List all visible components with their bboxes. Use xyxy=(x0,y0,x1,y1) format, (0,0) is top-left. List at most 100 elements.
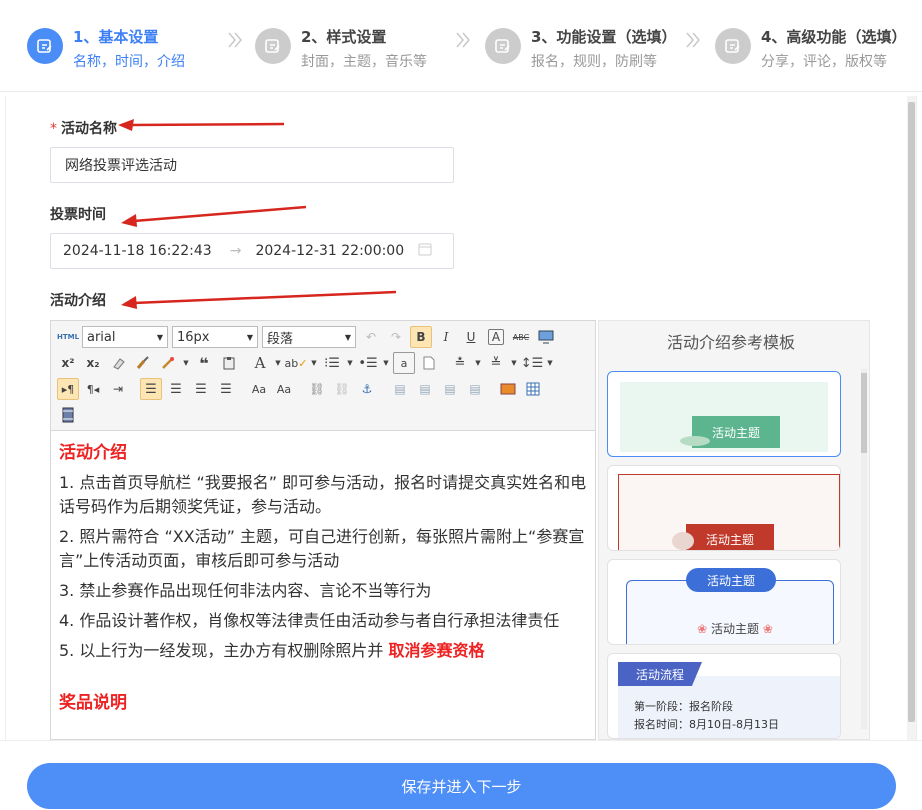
template-panel: 活动介绍参考模板 活动主题 活动主题 活动主题 ❀ 活动主题 ❀ 活动流程 第一… xyxy=(598,320,870,740)
start-time-input[interactable]: 2024-11-18 16:22:43 xyxy=(63,243,212,259)
editor-content[interactable]: 活动介绍 1. 点击首页导航栏 “我要报名” 即可参与活动，报名时请提交真实姓名… xyxy=(51,433,595,739)
chevron-right-icon xyxy=(227,30,243,86)
annotation-arrow-icon xyxy=(118,119,285,131)
chevron-right-icon xyxy=(455,30,471,86)
template-card-blue[interactable]: 活动主题 ❀ 活动主题 ❀ xyxy=(607,559,841,645)
rich-text-editor[interactable]: HTML arial ▼ 16px ▼ 段落 ▼ ↶ ↷ B I U A ABC x²… xyxy=(50,320,596,740)
font-color-icon[interactable]: A xyxy=(249,352,271,374)
auto-format-icon[interactable] xyxy=(157,352,179,374)
step-subtitle: 名称，时间，介绍 xyxy=(73,54,185,70)
dropdown-icon[interactable]: ▼ xyxy=(182,352,190,374)
unordered-list-icon[interactable]: •☰ xyxy=(357,352,379,374)
template-card-process[interactable]: 活动流程 第一阶段：报名阶段 报名时间：8月10日-8月13日 xyxy=(607,653,841,739)
page-scrollbar[interactable] xyxy=(907,96,916,740)
row-spacing-bottom-icon[interactable]: ≚ xyxy=(485,352,507,374)
step-subtitle: 封面，主题，音乐等 xyxy=(301,54,427,70)
quote-icon[interactable]: ❝ xyxy=(193,352,215,374)
direction-rtl-icon[interactable]: ¶◂ xyxy=(82,378,104,400)
dropdown-icon[interactable]: ▼ xyxy=(546,352,554,374)
template-scrollbar[interactable] xyxy=(861,369,867,729)
template-line: 第一阶段：报名阶段 xyxy=(634,700,733,713)
bold-icon[interactable]: B xyxy=(410,326,432,348)
step-title: 2、样式设置 xyxy=(301,28,387,46)
step-title: 3、功能设置（选填） xyxy=(531,28,677,46)
anchor-icon[interactable]: ⚓ xyxy=(356,378,378,400)
font-family-select[interactable]: arial ▼ xyxy=(82,326,168,348)
dropdown-icon[interactable]: ▼ xyxy=(274,352,282,374)
dropdown-icon[interactable]: ▼ xyxy=(474,352,482,374)
content-heading: 活动介绍 xyxy=(59,443,127,463)
chevron-right-icon xyxy=(685,30,701,86)
align-right-icon[interactable]: ☰ xyxy=(190,378,212,400)
content-paragraph: 2. 照片需符合 “XX活动” 主题，可自己进行创新，每张照片需附上“参赛宣言”… xyxy=(59,527,585,570)
step-progress: 1、基本设置 名称，时间，介绍 2、样式设置 封面，主题，音乐等 3、功能设置（… xyxy=(0,0,922,92)
form-area: * 活动名称 网络投票评选活动 投票时间 2024-11-18 16:22:43 … xyxy=(5,96,917,740)
image-right-icon[interactable]: ▤ xyxy=(414,378,436,400)
dropdown-icon[interactable]: ▼ xyxy=(346,352,354,374)
indent-icon[interactable]: ⇥ xyxy=(107,378,129,400)
edit-icon xyxy=(485,28,521,64)
activity-name-input[interactable]: 网络投票评选活动 xyxy=(50,147,454,183)
paragraph-select[interactable]: 段落 ▼ xyxy=(262,326,356,348)
undo-icon[interactable]: ↶ xyxy=(360,326,382,348)
format-brush-icon[interactable] xyxy=(132,352,154,374)
edit-icon xyxy=(27,28,63,64)
save-next-button[interactable]: 保存并进入下一步 xyxy=(27,763,896,809)
content-heading: 奖品说明 xyxy=(59,693,127,713)
step-title: 1、基本设置 xyxy=(73,28,159,46)
dropdown-icon[interactable]: ▼ xyxy=(510,352,518,374)
row-spacing-top-icon[interactable]: ≛ xyxy=(449,352,471,374)
preview-icon[interactable] xyxy=(535,326,557,348)
footer-bar: 保存并进入下一步 xyxy=(0,740,922,810)
editor-toolbar: HTML arial ▼ 16px ▼ 段落 ▼ ↶ ↷ B I U A ABC x²… xyxy=(51,321,595,431)
vote-time-range-picker[interactable]: 2024-11-18 16:22:43 → 2024-12-31 22:00:0… xyxy=(50,233,454,269)
insert-image-icon[interactable] xyxy=(497,378,519,400)
template-subtitle: ❀ 活动主题 ❀ xyxy=(697,622,773,636)
superscript-icon[interactable]: x² xyxy=(57,352,79,374)
redo-icon[interactable]: ↷ xyxy=(385,326,407,348)
insert-video-icon[interactable] xyxy=(57,404,79,426)
background-color-icon[interactable]: ab ✓ xyxy=(285,352,308,374)
intro-label: 活动介绍 xyxy=(50,293,106,309)
template-tag: 活动流程 xyxy=(618,662,702,686)
eraser-icon[interactable] xyxy=(107,352,129,374)
italic-icon[interactable]: I xyxy=(435,326,457,348)
align-justify-icon[interactable]: ☰ xyxy=(215,378,237,400)
image-center-icon[interactable]: ▤ xyxy=(464,378,486,400)
vote-time-label: 投票时间 xyxy=(50,207,106,223)
font-size-select[interactable]: 16px ▼ xyxy=(172,326,258,348)
font-border-icon[interactable]: A xyxy=(488,329,504,345)
content-paragraph: 3. 禁止参赛作品出现任何非法内容、言论不当等行为 xyxy=(59,581,432,600)
uppercase-icon[interactable]: Aa xyxy=(248,378,270,400)
edit-icon xyxy=(715,28,751,64)
step-title: 4、高级功能（选填） xyxy=(761,28,907,46)
lowercase-icon[interactable]: Aa xyxy=(273,378,295,400)
annotation-arrow-icon xyxy=(121,290,397,309)
link-icon[interactable]: ⛓ xyxy=(306,378,328,400)
end-time-input[interactable]: 2024-12-31 22:00:00 xyxy=(255,243,404,259)
template-card-green[interactable]: 活动主题 xyxy=(607,371,841,457)
template-card-red[interactable]: 活动主题 xyxy=(607,465,841,551)
image-left-icon[interactable]: ▤ xyxy=(389,378,411,400)
insert-table-icon[interactable] xyxy=(522,378,544,400)
align-left-icon[interactable]: ☰ xyxy=(140,378,162,400)
dropdown-icon[interactable]: ▼ xyxy=(382,352,390,374)
step-subtitle: 报名，规则，防刷等 xyxy=(531,54,657,70)
direction-ltr-icon[interactable]: ▸¶ xyxy=(57,378,79,400)
line-height-icon[interactable]: ↕☰ xyxy=(521,352,544,374)
strikethrough-icon[interactable]: ABC xyxy=(510,326,532,348)
dropdown-icon[interactable]: ▼ xyxy=(310,352,318,374)
insert-frame-icon[interactable]: a xyxy=(393,352,415,374)
html-source-button[interactable]: HTML xyxy=(57,326,79,348)
paste-text-icon[interactable] xyxy=(218,352,240,374)
align-center-icon[interactable]: ☰ xyxy=(165,378,187,400)
template-line: 报名时间：8月10日-8月13日 xyxy=(634,718,779,731)
blank-page-icon[interactable] xyxy=(418,352,440,374)
activity-name-label: * 活动名称 xyxy=(50,121,117,137)
image-none-icon[interactable]: ▤ xyxy=(439,378,461,400)
unlink-icon[interactable]: ⛓ xyxy=(331,378,353,400)
underline-icon[interactable]: U xyxy=(460,326,482,348)
ordered-list-icon[interactable]: ⁝☰ xyxy=(321,352,343,374)
annotation-arrow-icon xyxy=(121,205,307,227)
subscript-icon[interactable]: x₂ xyxy=(82,352,104,374)
